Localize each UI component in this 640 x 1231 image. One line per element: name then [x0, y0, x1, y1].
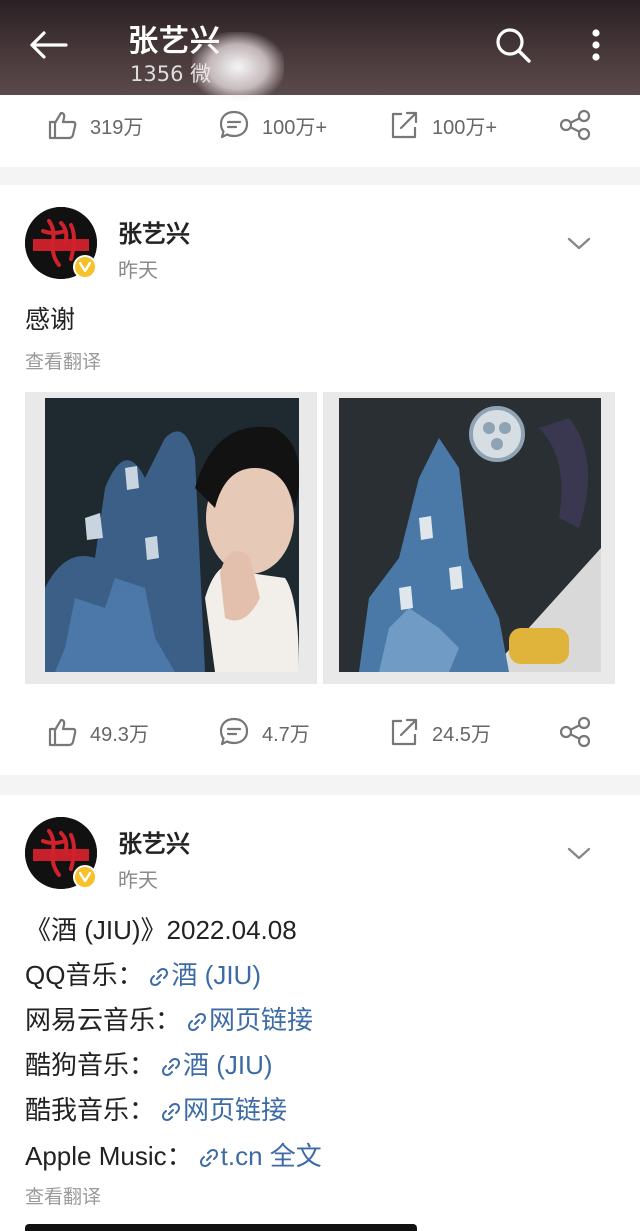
- post-image-1[interactable]: [25, 392, 317, 684]
- link-icon: [162, 1103, 181, 1121]
- comment-icon: [219, 110, 249, 139]
- release-title: 《酒 (JIU)》2022.04.08: [25, 915, 297, 945]
- repost-button[interactable]: 100万+: [388, 95, 497, 155]
- more-vertical-icon: [592, 29, 600, 61]
- link-icon: [188, 1013, 207, 1031]
- repost-count: 100万+: [432, 116, 498, 139]
- link-text: 酒 (JIU): [171, 960, 261, 990]
- share-button[interactable]: [558, 95, 592, 155]
- link-text: t.cn: [220, 1141, 263, 1171]
- music-link-line: Apple Music： t.cn 全文: [25, 1136, 322, 1173]
- author-name[interactable]: 张艺兴: [118, 824, 190, 859]
- author-name[interactable]: 张艺兴: [118, 214, 190, 249]
- music-link[interactable]: 网页链接: [181, 1005, 313, 1035]
- portrait-illustration: [45, 398, 299, 672]
- link-icon: [199, 1149, 218, 1167]
- thumbs-up-icon: [48, 718, 77, 747]
- comment-count: 4.7万: [262, 723, 310, 746]
- platform-label: QQ音乐：: [25, 960, 144, 990]
- music-link-line: 网易云音乐： 网页链接: [25, 1000, 313, 1037]
- music-link[interactable]: 网页链接: [155, 1095, 287, 1125]
- comment-button[interactable]: 4.7万: [218, 702, 310, 762]
- comment-count: 100万+: [262, 116, 328, 139]
- platform-label: 酷狗音乐：: [25, 1050, 156, 1080]
- comment-button[interactable]: 100万+: [218, 95, 327, 155]
- back-button[interactable]: [22, 22, 74, 68]
- thumbs-up-icon: [48, 111, 77, 140]
- music-link-line: 酷狗音乐： 酒 (JIU): [25, 1045, 273, 1082]
- redaction-blur: [192, 32, 284, 102]
- post-card-previous: 319万 100万+ 100万+: [0, 95, 640, 167]
- repost-count: 24.5万: [432, 723, 491, 746]
- like-count: 319万: [90, 116, 144, 139]
- top-bar: 张艺兴 1356 微: [0, 0, 640, 102]
- image-preview-edge: [25, 1224, 417, 1231]
- figures-illustration: [339, 398, 601, 672]
- music-link[interactable]: 酒 (JIU): [155, 1050, 273, 1080]
- expand-full-text-link[interactable]: 全文: [270, 1141, 322, 1171]
- platform-label: 网易云音乐：: [25, 1005, 182, 1035]
- platform-label: Apple Music：: [25, 1141, 193, 1171]
- search-button[interactable]: [490, 22, 536, 68]
- more-options-button[interactable]: [578, 22, 614, 68]
- share-out-icon: [391, 111, 418, 139]
- link-icon: [150, 968, 169, 986]
- back-arrow-icon: [30, 31, 68, 59]
- repost-button[interactable]: 24.5万: [388, 702, 491, 762]
- post-time: 昨天: [118, 258, 158, 282]
- link-icon: [162, 1058, 181, 1076]
- share-nodes-icon: [559, 109, 591, 141]
- link-text: 网页链接: [183, 1095, 288, 1125]
- like-button[interactable]: 49.3万: [46, 702, 149, 762]
- verified-badge-icon: [73, 865, 97, 889]
- translate-link[interactable]: 查看翻译: [25, 347, 101, 374]
- action-bar: 319万 100万+ 100万+: [0, 95, 640, 155]
- post-text: 感谢: [25, 305, 76, 334]
- post-time: 昨天: [118, 868, 158, 892]
- music-link-line: 酷我音乐： 网页链接: [25, 1090, 287, 1127]
- share-button[interactable]: [558, 702, 592, 762]
- comment-icon: [219, 717, 249, 746]
- verified-badge-icon: [73, 255, 97, 279]
- photo-content: [339, 398, 601, 672]
- action-bar: 49.3万 4.7万 24.5万: [0, 702, 640, 762]
- music-link-line: QQ音乐： 酒 (JIU): [25, 955, 261, 992]
- link-text: 网页链接: [209, 1005, 314, 1035]
- chevron-down-icon[interactable]: [566, 234, 592, 254]
- share-out-icon: [391, 718, 418, 746]
- chevron-down-icon[interactable]: [566, 844, 592, 864]
- like-count: 49.3万: [90, 723, 149, 746]
- platform-label: 酷我音乐：: [25, 1095, 156, 1125]
- link-text: 酒 (JIU): [183, 1050, 273, 1080]
- music-link[interactable]: 酒 (JIU): [143, 960, 261, 990]
- music-link[interactable]: t.cn: [193, 1141, 263, 1171]
- translate-link[interactable]: 查看翻译: [25, 1182, 101, 1209]
- search-icon: [496, 28, 531, 63]
- share-nodes-icon: [559, 716, 591, 748]
- like-button[interactable]: 319万: [46, 95, 143, 155]
- photo-content: [45, 398, 299, 672]
- post-image-2[interactable]: [323, 392, 615, 684]
